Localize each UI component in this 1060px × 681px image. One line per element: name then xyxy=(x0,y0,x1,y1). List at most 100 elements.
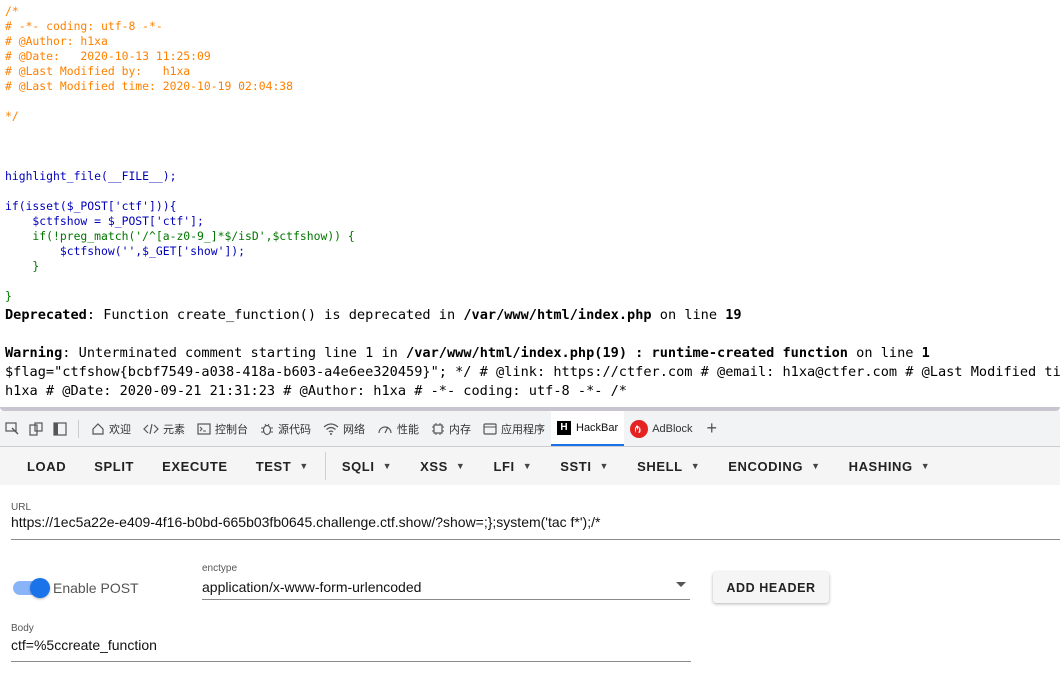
tab-adblock-label: AdBlock xyxy=(652,422,693,435)
deprecated-path: /var/www/html/index.php xyxy=(463,307,652,323)
chip-icon xyxy=(432,422,444,435)
adblock-logo-icon xyxy=(630,419,649,438)
toolbar-divider xyxy=(324,452,326,480)
chevron-down-icon: ▼ xyxy=(299,461,309,471)
enctype-label: enctype xyxy=(202,563,238,574)
split-label: SPLIT xyxy=(94,458,135,474)
add-header-button[interactable]: ADD HEADER xyxy=(713,572,829,603)
enable-post-toggle[interactable] xyxy=(13,578,50,598)
flag-output-continued: h1xa # @Date: 2020-09-21 21:31:23 # @Aut… xyxy=(5,383,627,399)
code-call: $ctfshow('',$_GET['show']); xyxy=(5,244,246,258)
device-toggle-icon[interactable] xyxy=(28,421,44,437)
console-icon xyxy=(197,422,211,435)
wifi-icon xyxy=(323,422,339,435)
code-assign: $ctfshow = $_POST['ctf']; xyxy=(5,214,204,228)
deprecated-on: on line xyxy=(651,307,726,323)
tab-memory[interactable]: 内存 xyxy=(425,411,477,446)
warning-line: 1 xyxy=(921,345,930,361)
chevron-down-icon: ▼ xyxy=(690,461,701,471)
tab-console-label: 控制台 xyxy=(215,423,248,436)
ssti-label: SSTI xyxy=(560,458,592,474)
tab-sources[interactable]: 源代码 xyxy=(254,411,317,446)
xss-menu-button[interactable]: XSS ▼ xyxy=(406,447,479,485)
php-source-page: /* # -*- coding: utf-8 -*- # @Author: h1… xyxy=(0,0,1060,408)
code-inner-close: } xyxy=(5,259,40,273)
devtools-panel: 欢迎 元素 控制台 源代码 网络 性能 内存 应用程序 H HackBar Ad… xyxy=(0,411,1060,681)
url-label: URL xyxy=(11,502,32,513)
sqli-menu-button[interactable]: SQLI ▼ xyxy=(328,447,406,485)
window-icon xyxy=(483,422,497,435)
tab-application[interactable]: 应用程序 xyxy=(477,411,551,446)
url-input-underline xyxy=(11,539,1060,540)
tab-performance[interactable]: 性能 xyxy=(371,411,425,446)
execute-label: EXECUTE xyxy=(162,458,228,474)
comment-line: # @Last Modified by: h1xa xyxy=(5,64,191,78)
dropdown-arrow-icon[interactable] xyxy=(676,582,686,587)
gauge-icon xyxy=(378,425,392,433)
body-input[interactable]: ctf=%5ccreate_function xyxy=(11,637,157,653)
tab-adblock[interactable]: AdBlock xyxy=(624,411,698,446)
code-highlight-file: highlight_file(__FILE__); xyxy=(5,169,177,183)
code-outer-close: } xyxy=(5,289,12,303)
tab-hackbar-label: HackBar xyxy=(576,421,619,434)
shell-menu-button[interactable]: SHELL ▼ xyxy=(623,447,714,485)
test-label: TEST xyxy=(255,458,292,474)
tab-elements[interactable]: 元素 xyxy=(137,411,191,446)
add-tab-icon[interactable]: + xyxy=(707,418,718,439)
hashing-menu-button[interactable]: HASHING ▼ xyxy=(835,447,945,485)
ssti-menu-button[interactable]: SSTI ▼ xyxy=(546,447,623,485)
tab-application-label: 应用程序 xyxy=(501,423,545,436)
deprecated-text: : Function create_function() is deprecat… xyxy=(86,307,464,323)
url-input[interactable]: https://1ec5a22e-e409-4f16-b0bd-665b03fb… xyxy=(11,514,600,530)
enctype-underline xyxy=(202,599,690,600)
body-label: Body xyxy=(11,623,34,634)
warning-message: Warning: Unterminated comment starting l… xyxy=(5,345,930,361)
code-preg-match: if(!preg_match('/^[a-z0-9_]*$/isD',$ctfs… xyxy=(5,229,355,243)
chevron-down-icon: ▼ xyxy=(522,461,533,471)
chevron-down-icon: ▼ xyxy=(920,461,931,471)
tab-console[interactable]: 控制台 xyxy=(191,411,254,446)
xss-label: XSS xyxy=(420,458,448,474)
comment-line: # @Date: 2020-10-13 11:25:09 xyxy=(5,49,211,63)
chevron-down-icon: ▼ xyxy=(811,461,821,471)
tab-memory-label: 内存 xyxy=(449,423,471,436)
split-button[interactable]: SPLIT xyxy=(80,447,148,485)
inspect-icon[interactable] xyxy=(4,421,20,437)
tab-divider xyxy=(78,419,79,438)
toggle-knob xyxy=(30,578,50,598)
chevron-down-icon: ▼ xyxy=(455,461,466,471)
execute-button[interactable]: EXECUTE xyxy=(148,447,242,485)
encoding-menu-button[interactable]: ENCODING ▼ xyxy=(714,447,834,485)
test-menu-button[interactable]: TEST ▼ xyxy=(242,447,323,485)
warning-label: Warning xyxy=(5,345,63,361)
hackbar-toolbar: LOAD SPLIT EXECUTE TEST ▼ SQLI ▼ XSS ▼ LFI ▼… xyxy=(0,447,1060,485)
tab-performance-label: 性能 xyxy=(397,423,419,436)
lfi-menu-button[interactable]: LFI ▼ xyxy=(479,447,546,485)
devtools-tab-bar: 欢迎 元素 控制台 源代码 网络 性能 内存 应用程序 H HackBar Ad… xyxy=(0,411,1060,447)
tab-hackbar[interactable]: H HackBar xyxy=(551,411,625,446)
sqli-label: SQLI xyxy=(341,458,375,474)
tab-sources-label: 源代码 xyxy=(278,423,311,436)
tab-network[interactable]: 网络 xyxy=(317,411,371,446)
warning-path: /var/www/html/index.php(19) : runtime-cr… xyxy=(406,345,848,361)
encoding-label: ENCODING xyxy=(728,458,804,474)
bug-icon xyxy=(261,423,273,435)
tab-welcome-label: 欢迎 xyxy=(109,423,131,436)
sidebar-toggle-icon[interactable] xyxy=(52,421,68,437)
tab-elements-label: 元素 xyxy=(163,423,185,436)
deprecated-message: Deprecated: Function create_function() i… xyxy=(5,307,742,323)
tab-welcome[interactable]: 欢迎 xyxy=(85,411,137,446)
enctype-select[interactable]: application/x-www-form-urlencoded xyxy=(202,579,421,595)
comment-line: # @Author: h1xa xyxy=(5,34,108,48)
load-button[interactable]: LOAD xyxy=(0,447,80,485)
hackbar-logo-icon: H xyxy=(557,420,571,435)
home-icon xyxy=(92,422,104,435)
enable-post-label: Enable POST xyxy=(53,580,139,596)
warning-text: : Unterminated comment starting line 1 i… xyxy=(62,345,407,361)
source-code: /* # -*- coding: utf-8 -*- # @Author: h1… xyxy=(5,4,355,304)
chevron-down-icon: ▼ xyxy=(382,461,393,471)
warning-on: on line xyxy=(847,345,922,361)
comment-line: # @Last Modified time: 2020-10-19 02:04:… xyxy=(5,79,294,93)
code-if-isset: if(isset($_POST['ctf'])){ xyxy=(5,199,177,213)
comment-line: # -*- coding: utf-8 -*- xyxy=(5,19,163,33)
